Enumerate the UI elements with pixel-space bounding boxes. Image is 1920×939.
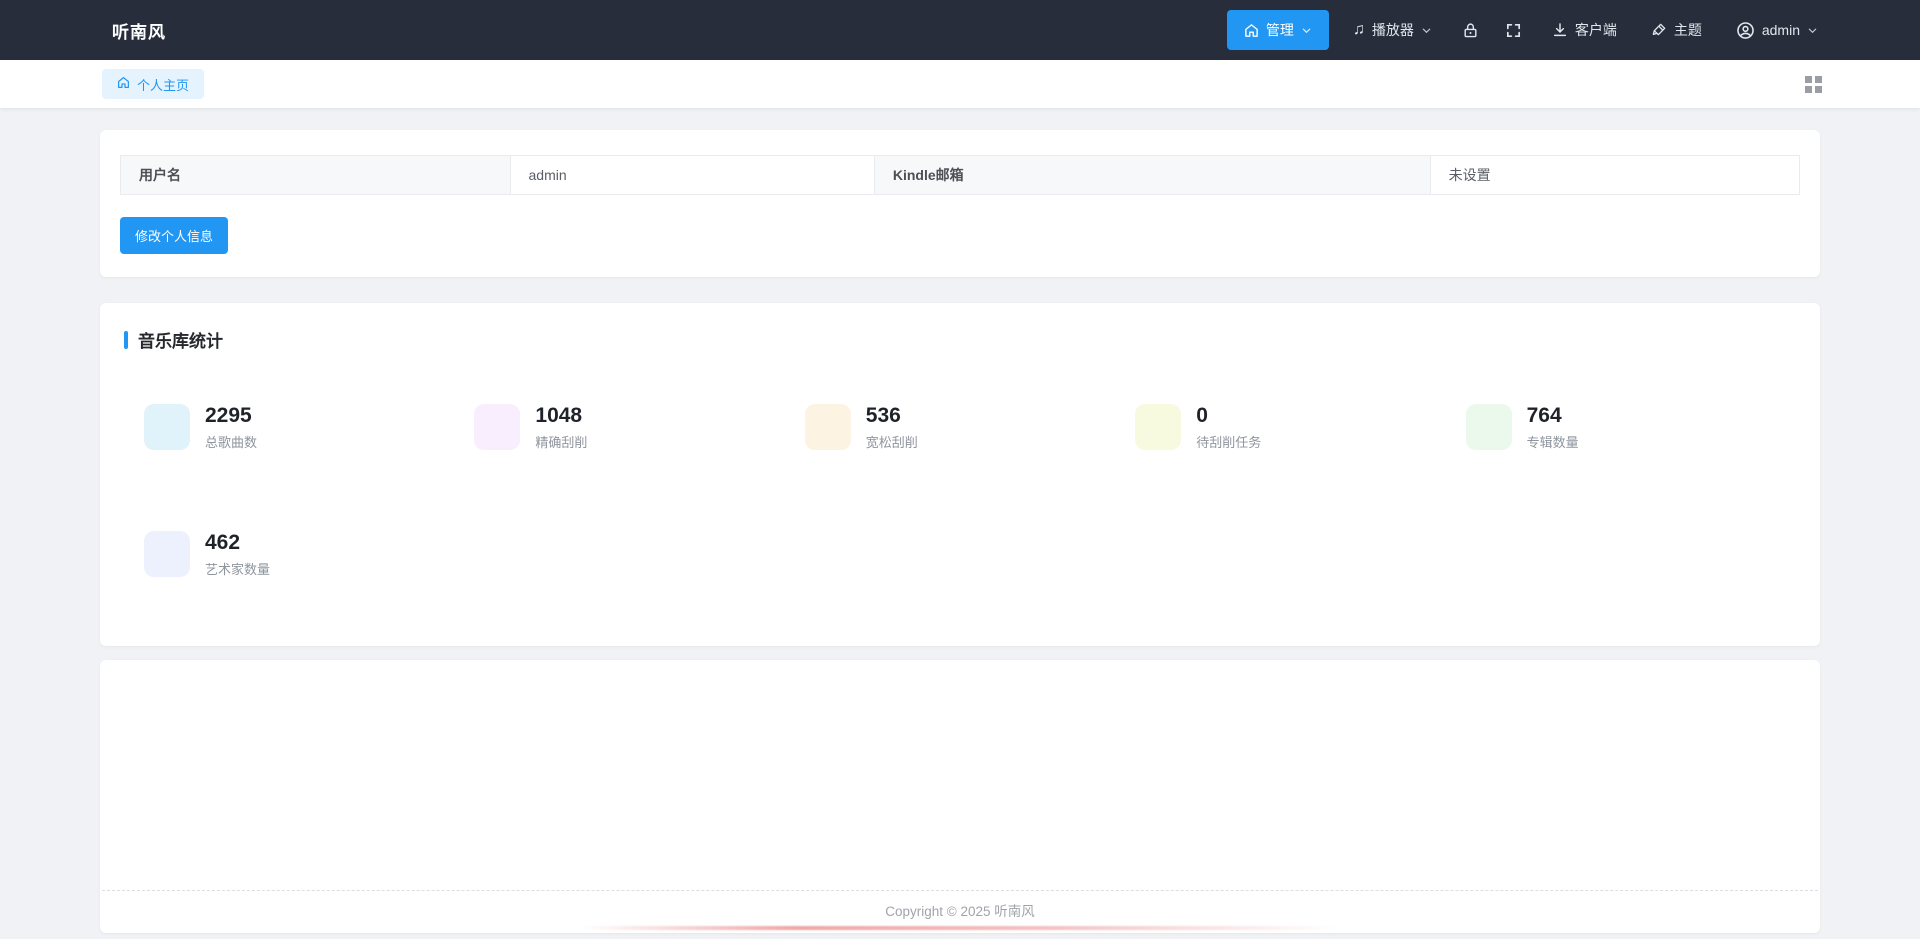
chevron-down-icon xyxy=(1807,25,1818,36)
home-icon xyxy=(117,76,130,92)
fullscreen-icon xyxy=(1505,22,1522,39)
nav-theme-label: 主题 xyxy=(1673,22,1702,38)
user-name-label: admin xyxy=(1761,22,1800,38)
user-menu-button[interactable]: admin xyxy=(1726,12,1828,49)
fullscreen-button[interactable] xyxy=(1499,13,1528,48)
tab-profile-home[interactable]: 个人主页 xyxy=(102,69,205,99)
brush-icon xyxy=(1651,22,1667,38)
nav-player-button[interactable]: ♫ 播放器 xyxy=(1343,11,1442,49)
kindle-email-label: Kindle邮箱 xyxy=(873,155,1431,195)
stat-pending-tasks: 0 待刮削任务 xyxy=(1135,404,1465,451)
nav-manage-button[interactable]: 管理 xyxy=(1226,10,1329,50)
stat-icon xyxy=(804,404,851,450)
avatar-icon xyxy=(1736,21,1755,40)
chevron-down-icon xyxy=(1421,25,1432,36)
stat-icon xyxy=(144,531,190,578)
navbar-menu: 管理 ♫ 播放器 客户端 主题 admin xyxy=(1226,10,1828,50)
stat-label: 艺术家数量 xyxy=(205,562,271,578)
stat-icon xyxy=(144,404,190,450)
stat-album-count: 764 专辑数量 xyxy=(1465,404,1796,451)
stat-loose-scraped: 536 宽松刮削 xyxy=(804,404,1135,451)
title-accent-bar xyxy=(124,330,128,349)
stat-value: 764 xyxy=(1526,404,1562,427)
lock-button[interactable] xyxy=(1456,13,1485,48)
stats-grid: 2295 总歌曲数 1048 精确刮削 536 宽松刮削 0 待刮削任务 764… xyxy=(124,404,1796,578)
music-note-icon: ♫ xyxy=(1352,21,1365,38)
stat-label: 专辑数量 xyxy=(1526,435,1579,451)
stat-exact-scraped: 1048 精确刮削 xyxy=(474,404,804,451)
copyright-text: Copyright © 2025 听南风 xyxy=(885,904,1035,920)
stat-label: 待刮削任务 xyxy=(1196,435,1262,451)
music-stats-card: 音乐库统计 2295 总歌曲数 1048 精确刮削 536 宽松刮削 0 待刮削… xyxy=(100,303,1820,647)
nav-player-label: 播放器 xyxy=(1371,22,1414,38)
edit-profile-button[interactable]: 修改个人信息 xyxy=(120,217,229,254)
stat-icon xyxy=(1465,404,1512,450)
main-content: 用户名 admin Kindle邮箱 未设置 修改个人信息 音乐库统计 2295… xyxy=(0,108,1920,939)
stat-label: 总歌曲数 xyxy=(205,435,258,451)
top-navbar: 听南风 管理 ♫ 播放器 客户端 主题 admin xyxy=(0,0,1920,60)
apps-grid-icon[interactable] xyxy=(1805,75,1822,93)
tab-bar: 个人主页 xyxy=(0,60,1920,108)
stat-artist-count: 462 艺术家数量 xyxy=(144,531,474,578)
tab-profile-label: 个人主页 xyxy=(137,77,190,93)
stats-title: 音乐库统计 xyxy=(124,327,1796,352)
stat-icon xyxy=(474,404,521,450)
kindle-email-value: 未设置 xyxy=(1429,155,1801,195)
home-icon xyxy=(1244,23,1259,38)
chevron-down-icon xyxy=(1301,25,1312,36)
table-row: 用户名 admin Kindle邮箱 未设置 xyxy=(120,155,1801,195)
username-value: admin xyxy=(509,155,875,195)
profile-card: 用户名 admin Kindle邮箱 未设置 修改个人信息 xyxy=(100,130,1820,277)
stat-label: 精确刮削 xyxy=(535,435,588,451)
stat-value: 536 xyxy=(865,404,901,427)
footer-card: Copyright © 2025 听南风 xyxy=(100,660,1820,934)
profile-descriptions-table: 用户名 admin Kindle邮箱 未设置 xyxy=(120,155,1801,195)
nav-theme-button[interactable]: 主题 xyxy=(1641,11,1712,49)
lock-icon xyxy=(1462,22,1479,39)
stat-total-songs: 2295 总歌曲数 xyxy=(144,404,474,451)
stat-icon xyxy=(1135,404,1182,450)
stat-value: 0 xyxy=(1196,404,1208,427)
bottom-glow-bar xyxy=(581,926,1339,931)
stats-title-text: 音乐库统计 xyxy=(138,332,223,351)
stat-value: 462 xyxy=(205,531,241,555)
username-label: 用户名 xyxy=(120,155,511,195)
nav-manage-label: 管理 xyxy=(1265,22,1294,38)
stat-label: 宽松刮削 xyxy=(865,435,918,451)
nav-client-label: 客户端 xyxy=(1574,22,1617,38)
nav-client-button[interactable]: 客户端 xyxy=(1542,11,1627,49)
download-icon xyxy=(1552,22,1568,38)
stat-value: 1048 xyxy=(535,404,583,427)
app-brand[interactable]: 听南风 xyxy=(112,18,166,43)
stat-value: 2295 xyxy=(205,404,252,427)
